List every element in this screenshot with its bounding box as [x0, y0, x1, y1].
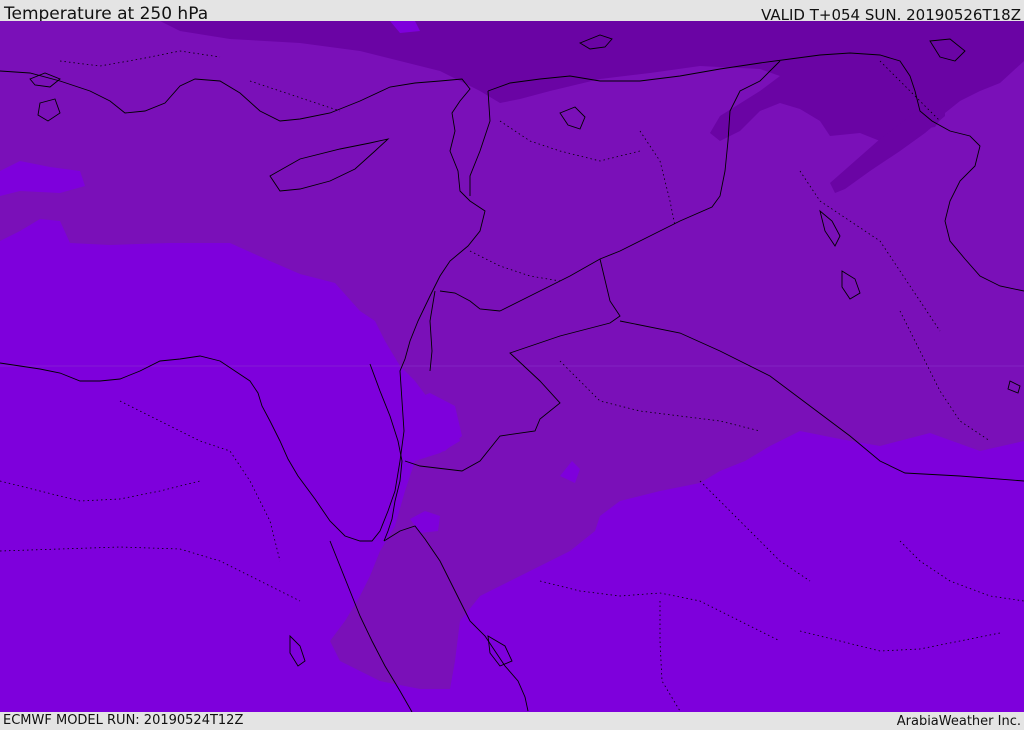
model-run-label: ECMWF MODEL RUN: 20190524T12Z: [3, 713, 244, 728]
map-canvas: [0, 21, 1024, 712]
credit-label: ArabiaWeather Inc.: [896, 714, 1021, 729]
header-bar: Temperature at 250 hPa VALID T+054 SUN. …: [0, 0, 1024, 24]
footer-bar: ECMWF MODEL RUN: 20190524T12Z ArabiaWeat…: [0, 712, 1024, 729]
temperature-map[interactable]: [0, 21, 1024, 712]
